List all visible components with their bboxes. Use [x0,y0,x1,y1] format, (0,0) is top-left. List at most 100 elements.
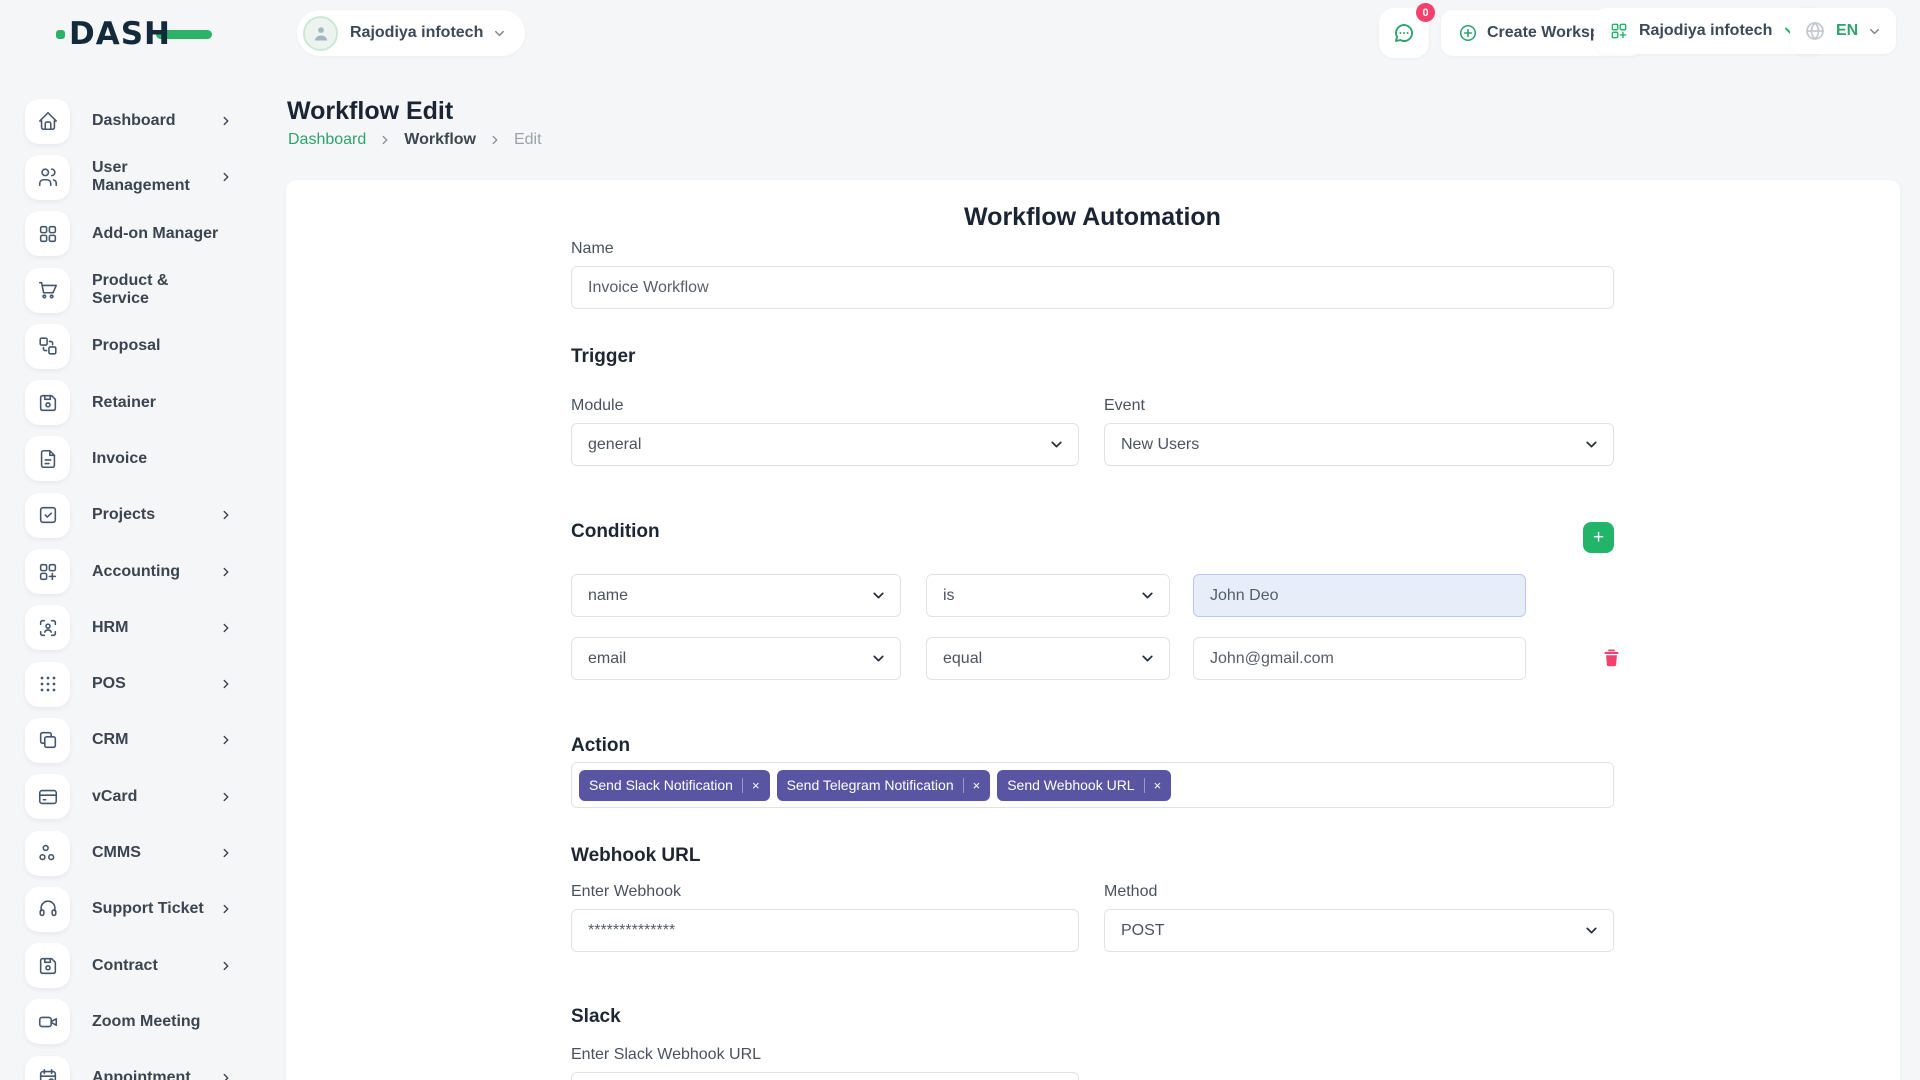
action-tag-0: Send Slack Notification × [579,770,770,801]
condition-value-input[interactable] [1193,574,1526,617]
chevron-right-icon [219,565,233,579]
sidebar-item-label: HRM [92,619,219,637]
event-select[interactable]: New Users [1104,423,1614,466]
sidebar-item-pos[interactable]: POS [0,656,283,712]
sidebar-item-vcard[interactable]: vCard [0,769,283,825]
sidebar-item-contract[interactable]: Contract [0,937,283,993]
enter-webhook-label: Enter Webhook [571,883,1079,901]
sidebar-item-user-management[interactable]: User Management [0,149,283,205]
sidebar-item-support-ticket[interactable]: Support Ticket [0,881,283,937]
condition-field-select[interactable]: email [571,637,901,680]
add-condition-button[interactable]: + [1583,522,1614,553]
workspace-switcher[interactable]: Rajodiya infotech [297,10,525,56]
sidebar-item-zoom-meeting[interactable]: Zoom Meeting [0,994,283,1050]
sidebar-icon-support-ticket [37,898,59,920]
person-icon [311,23,331,43]
chevron-down-icon [1583,436,1600,453]
sidebar-item-crm[interactable]: CRM [0,712,283,768]
language-selector[interactable]: EN [1790,8,1896,54]
sidebar-icon-pos [37,673,59,695]
sidebar-item-accounting[interactable]: Accounting [0,543,283,599]
sidebar-icon-proposal [37,335,59,357]
chevron-right-icon [219,508,233,522]
logo-dot [56,30,65,39]
chevron-right-icon [219,902,233,916]
remove-tag-icon[interactable]: × [1144,778,1162,793]
condition-field-select[interactable]: name [571,574,901,617]
slack-webhook-label: Enter Slack Webhook URL [571,1046,761,1064]
sidebar-item-label: Appointment [92,1069,219,1080]
sidebar: DASH Dashboard User Management Add-on Ma… [0,0,283,1080]
action-multiselect[interactable]: Send Slack Notification × Send Telegram … [571,762,1614,808]
method-select[interactable]: POST [1104,909,1614,952]
sidebar-item-label: Zoom Meeting [92,1013,219,1031]
sidebar-item-retainer[interactable]: Retainer [0,374,283,430]
chevron-down-icon [870,587,887,604]
condition-operator-value: is [943,587,955,605]
chevron-down-icon [1867,24,1882,39]
trash-icon[interactable] [1601,646,1622,669]
chevron-right-icon [219,790,233,804]
messages-button[interactable]: 0 [1379,8,1429,58]
condition-operator-value: equal [943,650,982,668]
sidebar-item-hrm[interactable]: HRM [0,600,283,656]
chevron-right-icon [219,733,233,747]
breadcrumb-workflow[interactable]: Workflow [404,131,476,149]
app-logo[interactable]: DASH [56,13,212,55]
avatar [303,16,338,51]
chevron-right-icon [219,170,233,184]
sidebar-item-dashboard[interactable]: Dashboard [0,93,283,149]
grid-plus-icon [1609,21,1629,41]
webhook-input[interactable] [571,909,1079,952]
chevron-down-icon [1139,587,1156,604]
sidebar-item-invoice[interactable]: Invoice [0,431,283,487]
condition-heading: Condition [571,521,660,543]
sidebar-icon-zoom-meeting [37,1011,59,1033]
condition-field-value: name [588,587,628,605]
workflow-form: Workflow Automation Name Trigger Module … [571,180,1614,1080]
sidebar-item-label: Retainer [92,394,219,412]
chevron-right-icon [219,1071,233,1080]
action-tag-label: Send Slack Notification [589,777,733,793]
sidebar-item-projects[interactable]: Projects [0,487,283,543]
sidebar-item-appointment[interactable]: Appointment [0,1050,283,1080]
sidebar-item-label: CMMS [92,844,219,862]
sidebar-item-cmms[interactable]: CMMS [0,825,283,881]
name-input[interactable] [571,266,1614,309]
event-label: Event [1104,397,1614,415]
remove-tag-icon[interactable]: × [742,778,760,793]
module-select-value: general [588,436,641,454]
condition-row-0: name is [571,574,1656,617]
condition-operator-select[interactable]: is [926,574,1170,617]
chevron-down-icon [1583,922,1600,939]
slack-webhook-input[interactable] [571,1072,1079,1080]
sidebar-item-label: Add-on Manager [92,225,219,243]
workspace-switcher-label: Rajodiya infotech [350,24,483,42]
remove-tag-icon[interactable]: × [963,778,981,793]
sidebar-item-label: vCard [92,788,219,806]
messages-badge: 0 [1416,3,1435,22]
chevron-down-icon [1048,436,1065,453]
sidebar-icon-invoice [37,448,59,470]
chevron-right-icon [219,959,233,973]
sidebar-item-product-service[interactable]: Product & Service [0,262,283,318]
globe-icon [1804,20,1826,42]
chevron-down-icon [1139,650,1156,667]
sidebar-item-add-on-manager[interactable]: Add-on Manager [0,206,283,262]
sidebar-icon-retainer [37,392,59,414]
workspace-menu-label: Rajodiya infotech [1639,22,1772,40]
sidebar-item-proposal[interactable]: Proposal [0,318,283,374]
sidebar-item-label: POS [92,675,219,693]
trigger-heading: Trigger [571,346,635,368]
module-select[interactable]: general [571,423,1079,466]
sidebar-icon-projects [37,504,59,526]
breadcrumb-dashboard[interactable]: Dashboard [288,131,366,149]
slack-heading: Slack [571,1006,621,1028]
condition-value-input[interactable] [1193,637,1526,680]
action-tag-2: Send Webhook URL × [997,770,1171,801]
sidebar-icon-add-on-manager [37,223,59,245]
chevron-right-icon [219,621,233,635]
condition-operator-select[interactable]: equal [926,637,1170,680]
method-select-value: POST [1121,922,1165,940]
event-select-value: New Users [1121,436,1199,454]
